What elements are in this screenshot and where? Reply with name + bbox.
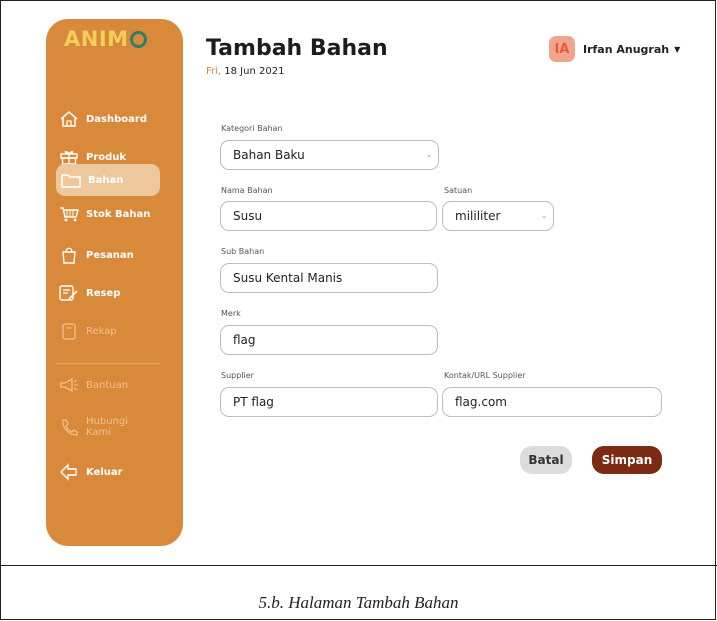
kategori-label: Kategori Bahan: [221, 124, 283, 133]
cart-icon: [58, 205, 80, 223]
folder-icon: [60, 171, 82, 189]
sidebar: ANIM Dashboard Produk Bahan Stok Bahan P…: [46, 19, 183, 546]
caption-divider: [0, 565, 717, 566]
recipe-icon: [58, 284, 80, 302]
chevron-down-icon: ⌄: [426, 151, 432, 159]
kontak-field[interactable]: flag.com: [442, 387, 662, 417]
sidebar-item-resep[interactable]: Resep: [54, 278, 158, 308]
megaphone-icon: [58, 376, 80, 394]
sidebar-item-rekap: Rekap: [54, 316, 158, 346]
sidebar-item-label: Bantuan: [86, 379, 129, 391]
figure-caption: 5.b. Halaman Tambah Bahan: [258, 593, 459, 612]
satuan-select[interactable]: mililiter ⌄: [442, 201, 554, 231]
logout-icon: [58, 463, 80, 481]
sidebar-item-dashboard[interactable]: Dashboard: [54, 104, 158, 134]
sidebar-item-hubungi-kami: Hubungi Kami: [54, 410, 158, 444]
sidebar-item-label: Resep: [86, 287, 121, 299]
nama-label: Nama Bahan: [221, 186, 273, 195]
merk-field[interactable]: flag: [220, 325, 438, 355]
sidebar-item-label: Rekap: [86, 325, 117, 337]
avatar: IA: [549, 36, 575, 62]
supplier-label: Supplier: [221, 371, 254, 380]
user-menu[interactable]: IA Irfan Anugrah ▼: [549, 36, 680, 62]
sidebar-item-pesanan[interactable]: Pesanan: [54, 240, 158, 270]
phone-icon: [58, 418, 80, 436]
merk-label: Merk: [221, 309, 241, 318]
chevron-down-icon: ⌄: [541, 212, 547, 220]
sub-bahan-label: Sub Bahan: [221, 247, 265, 256]
supplier-field[interactable]: PT flag: [220, 387, 438, 417]
home-icon: [58, 110, 80, 128]
sidebar-item-bahan[interactable]: Bahan: [56, 164, 160, 196]
kontak-label: Kontak/URL Supplier: [444, 371, 526, 380]
sidebar-item-label: Hubungi Kami: [86, 416, 129, 438]
bag-icon: [58, 246, 80, 264]
save-button[interactable]: Simpan: [592, 446, 662, 474]
sidebar-item-keluar[interactable]: Keluar: [54, 457, 158, 487]
satuan-label: Satuan: [444, 186, 473, 195]
sidebar-item-stok-bahan[interactable]: Stok Bahan: [54, 199, 158, 229]
page-date: Fri, 18 Jun 2021: [206, 66, 285, 77]
sub-bahan-field[interactable]: Susu Kental Manis: [220, 263, 438, 293]
sidebar-divider: [56, 363, 160, 364]
chevron-down-icon: ▼: [674, 44, 681, 54]
document-icon: [58, 322, 80, 340]
sidebar-item-label: Stok Bahan: [86, 208, 151, 220]
sidebar-item-label: Dashboard: [86, 113, 147, 125]
nama-field[interactable]: Susu: [220, 201, 437, 231]
kategori-select[interactable]: Bahan Baku ⌄: [220, 140, 439, 170]
page-title: Tambah Bahan: [206, 36, 388, 61]
cancel-button[interactable]: Batal: [520, 446, 572, 474]
user-name: Irfan Anugrah: [583, 42, 670, 56]
sidebar-item-bantuan: Bantuan: [54, 370, 158, 400]
app-logo: ANIM: [64, 27, 147, 51]
sidebar-item-label: Pesanan: [86, 249, 134, 261]
sidebar-item-label: Keluar: [86, 466, 123, 478]
sidebar-item-label: Bahan: [88, 174, 124, 186]
sidebar-item-label: Produk: [86, 151, 127, 163]
